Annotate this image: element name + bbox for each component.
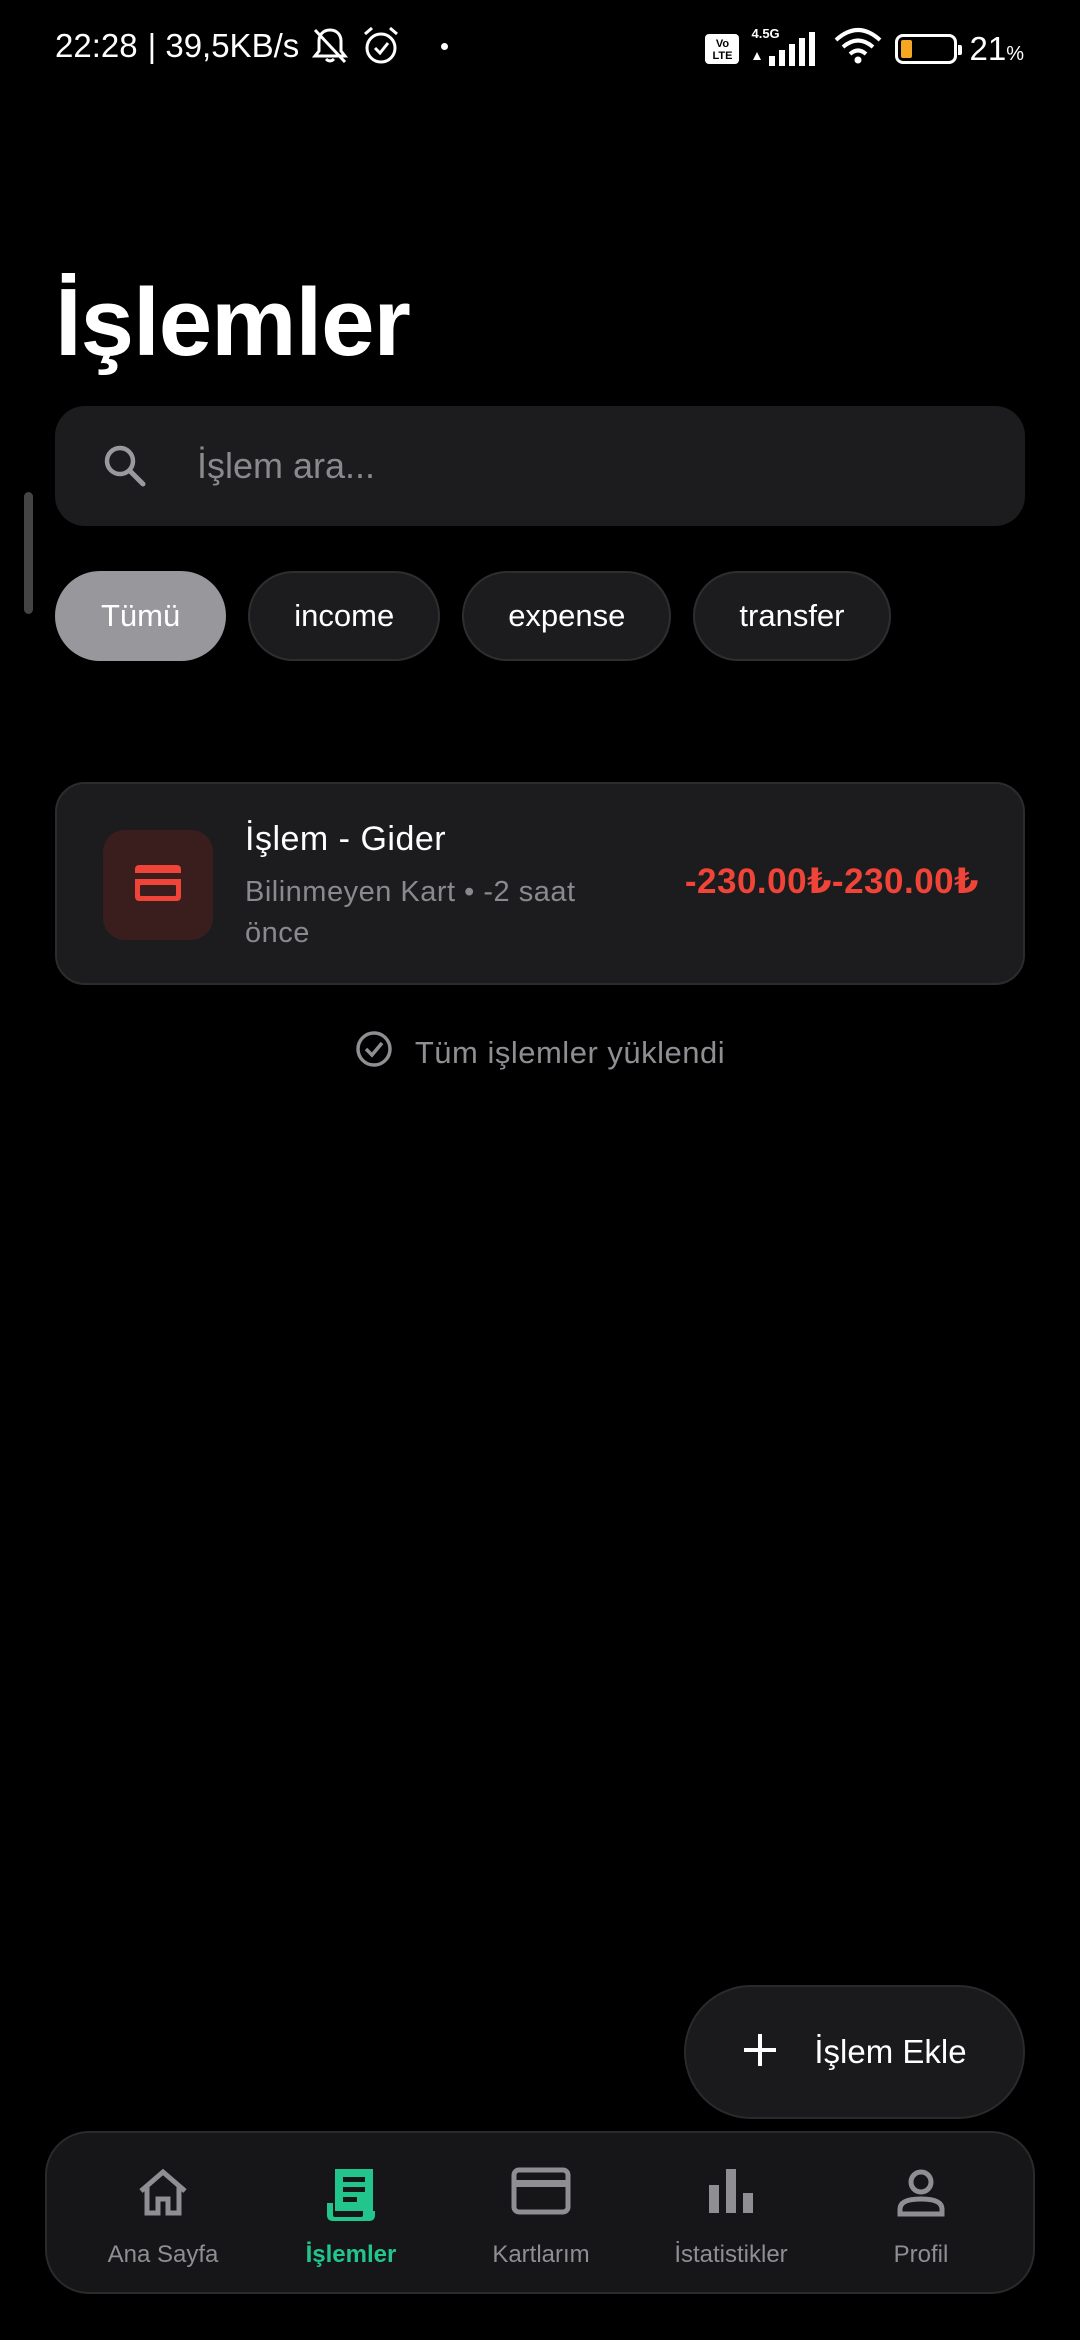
add-transaction-label: İşlem Ekle	[814, 2033, 967, 2070]
check-circle-icon	[355, 1030, 393, 1076]
bottom-navigation: Ana Sayfa İşlemler Kartlarım İstatistikl…	[45, 2131, 1035, 2294]
alarm-icon	[361, 26, 401, 66]
search-bar[interactable]	[55, 406, 1025, 526]
nav-label-home: Ana Sayfa	[107, 2241, 219, 2268]
filter-chip-expense[interactable]: expense	[462, 571, 672, 661]
search-icon	[99, 440, 151, 497]
nav-item-cards[interactable]: Kartlarım	[446, 2133, 636, 2296]
bar-chart-icon	[705, 2165, 757, 2222]
notification-dot	[441, 42, 449, 50]
credit-card-icon	[511, 2165, 571, 2222]
battery-unit: %	[1006, 42, 1024, 65]
signal-icon: 4.5G	[751, 26, 821, 68]
page-title: İşlemler	[55, 269, 411, 376]
filter-chip-all[interactable]: Tümü	[55, 571, 227, 661]
nav-label-profile: Profil	[893, 2241, 949, 2268]
transaction-title: İşlem - Gider	[245, 820, 447, 858]
nav-item-home[interactable]: Ana Sayfa	[68, 2133, 258, 2296]
person-icon	[893, 2165, 949, 2226]
credit-card-icon	[133, 863, 183, 908]
scroll-indicator[interactable]	[24, 492, 33, 614]
transaction-icon-badge	[103, 830, 213, 940]
transaction-subtitle: Bilinmeyen Kart • -2 saat önce	[245, 876, 576, 949]
volte-icon: Vo LTE	[705, 33, 740, 64]
nav-item-stats[interactable]: İstatistikler	[636, 2133, 826, 2296]
plus-icon	[742, 2032, 778, 2073]
wifi-icon	[833, 26, 883, 71]
filter-chips: Tümü income expense transfer	[55, 571, 891, 661]
home-icon	[135, 2165, 191, 2226]
battery-fill	[901, 39, 913, 58]
nav-label-transactions: İşlemler	[305, 2241, 397, 2268]
receipt-icon	[323, 2165, 379, 2230]
nav-item-profile[interactable]: Profil	[826, 2133, 1016, 2296]
list-end-label: Tüm işlemler yüklendi	[414, 1035, 726, 1070]
nav-label-stats: İstatistikler	[674, 2241, 788, 2268]
transaction-amount: -230.00₺-230.00₺	[684, 862, 979, 901]
status-bar: 22:28 | 39,5KB/s Vo LTE 4.5G 21%	[0, 0, 1080, 96]
nav-label-cards: Kartlarım	[492, 2241, 590, 2268]
status-net-speed: | 39,5KB/s	[147, 27, 300, 64]
battery-icon	[895, 33, 963, 64]
status-time: 22:28	[55, 27, 138, 64]
battery-percent: 21	[969, 29, 1007, 67]
add-transaction-button[interactable]: İşlem Ekle	[684, 1985, 1025, 2119]
filter-chip-transfer[interactable]: transfer	[693, 571, 891, 661]
nav-item-transactions[interactable]: İşlemler	[256, 2133, 446, 2296]
transaction-item[interactable]: İşlem - Gider Bilinmeyen Kart • -2 saat …	[55, 782, 1025, 985]
list-end-status: Tüm işlemler yüklendi	[0, 1030, 1080, 1076]
bell-off-icon	[309, 26, 351, 66]
search-input[interactable]	[197, 436, 977, 496]
filter-chip-income[interactable]: income	[248, 571, 441, 661]
